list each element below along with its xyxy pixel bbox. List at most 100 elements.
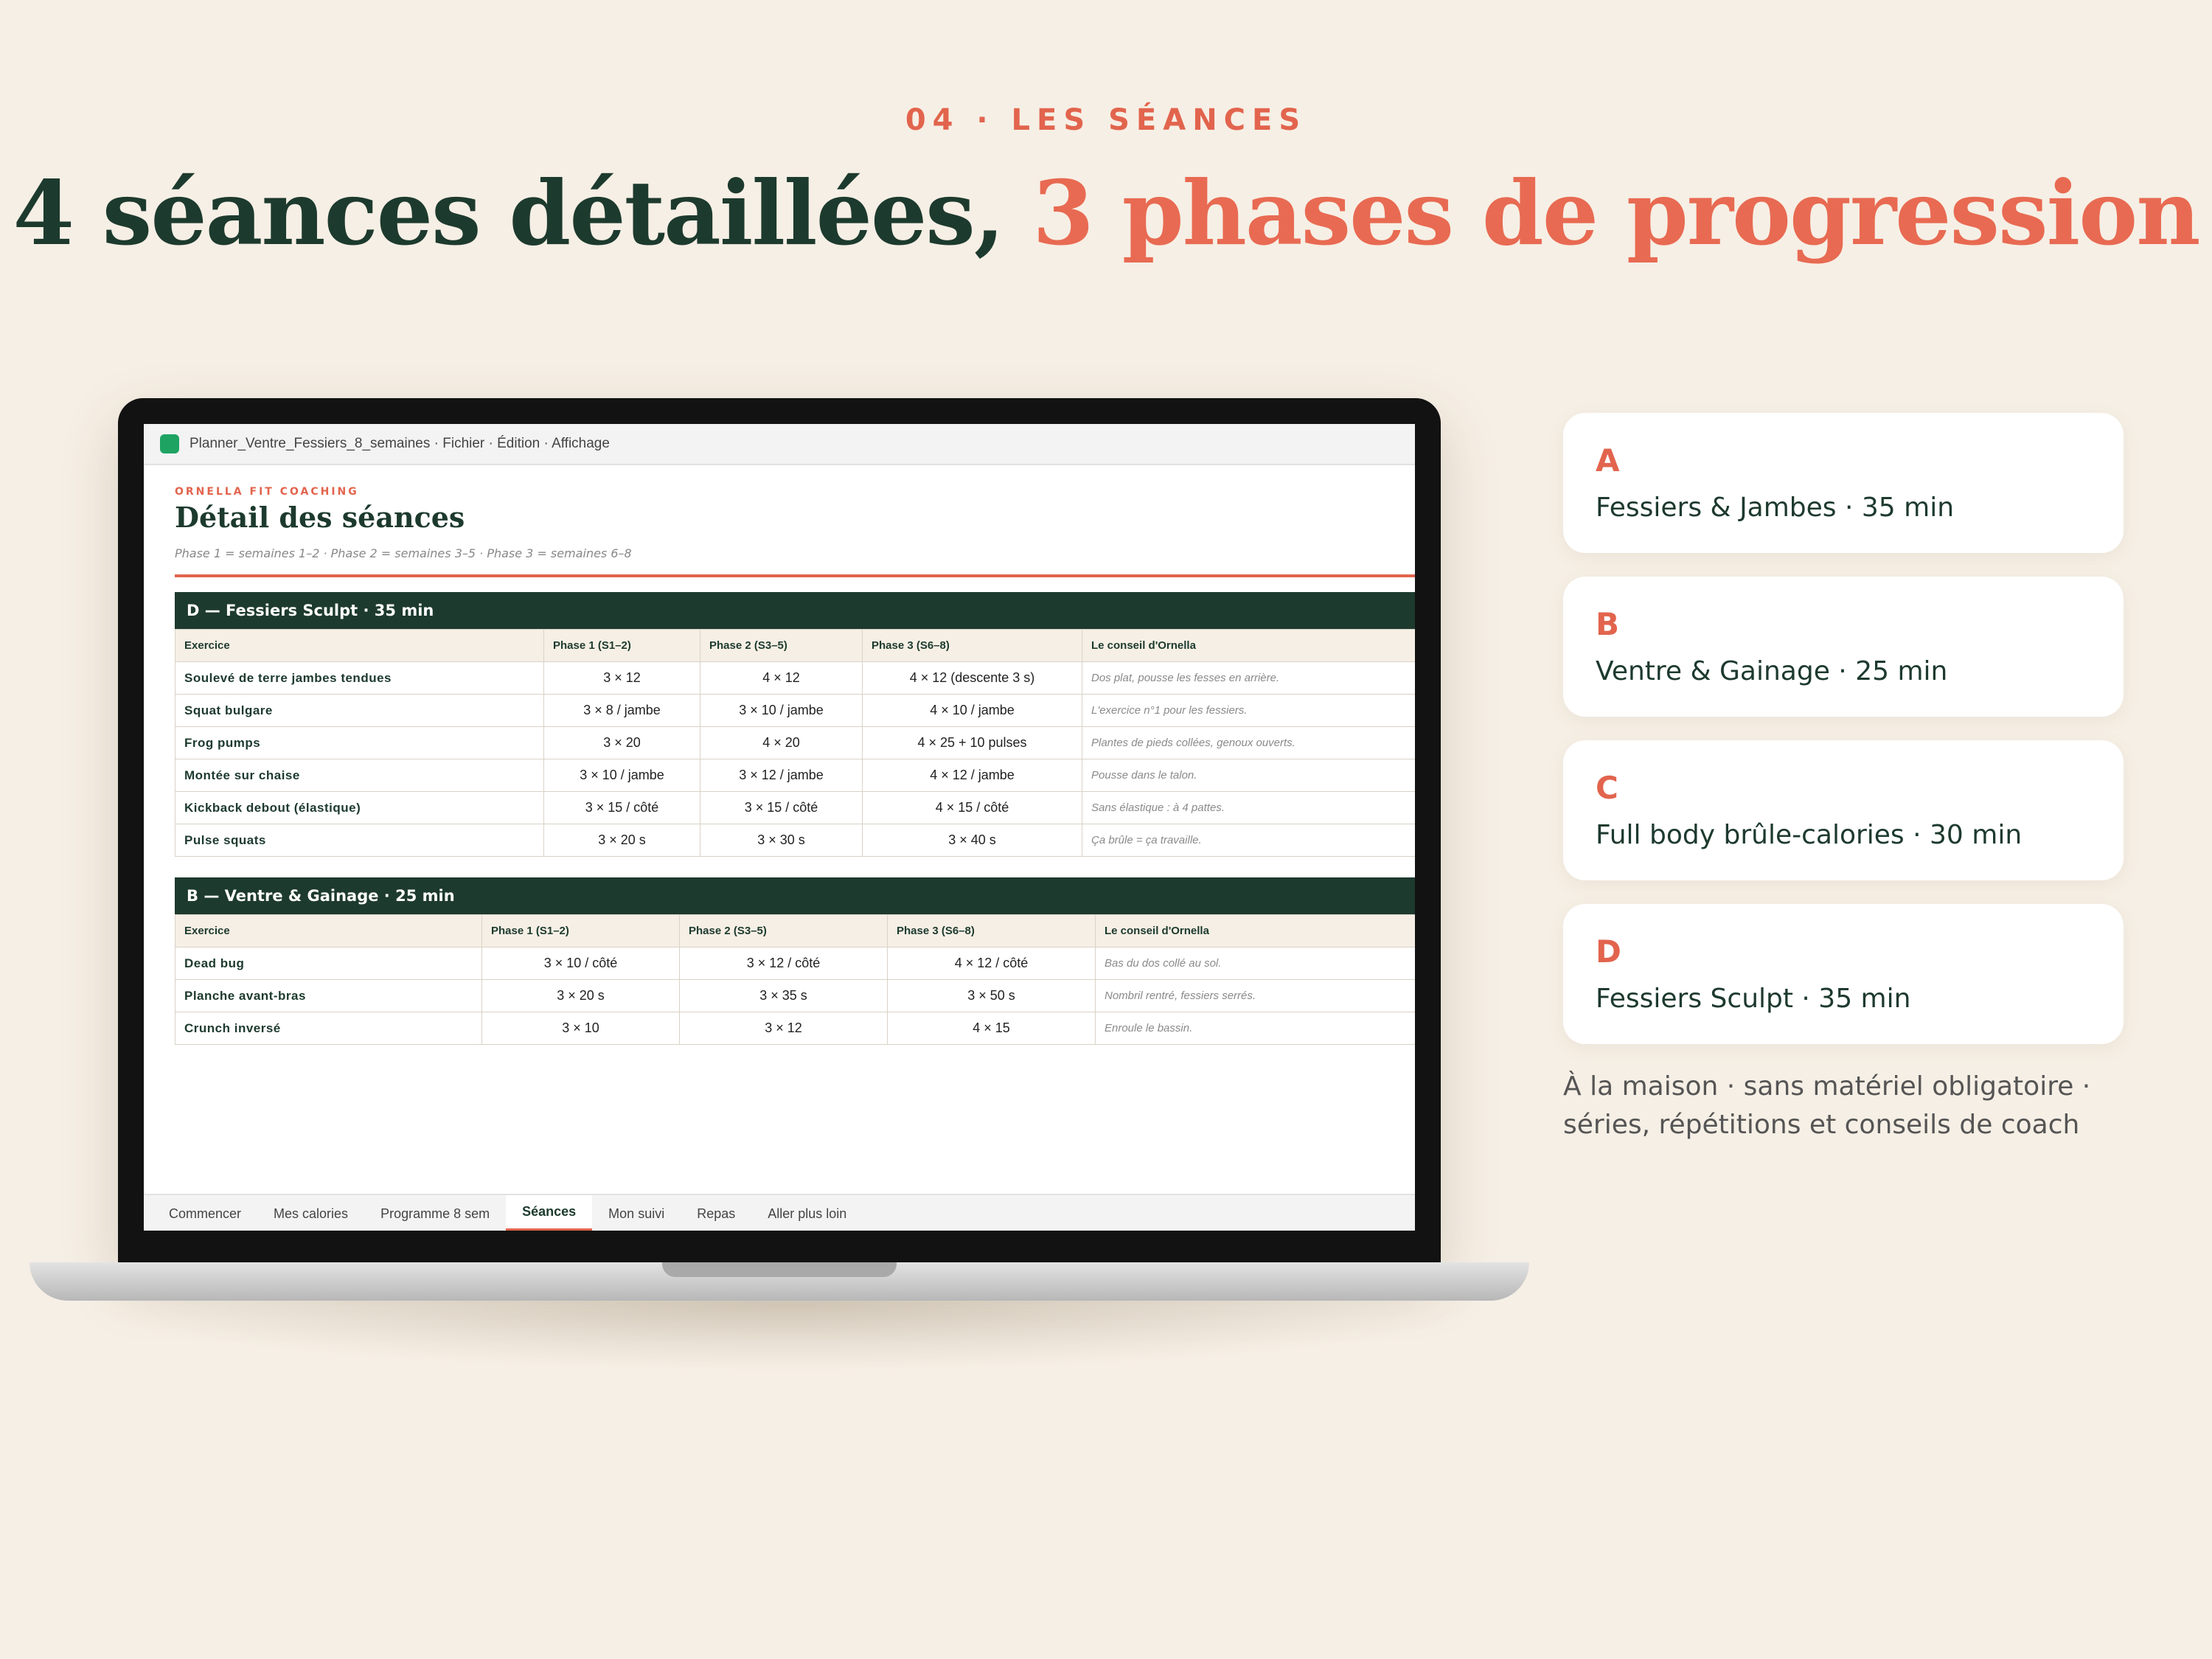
tip-cell[interactable]: Pousse dans le talon. (1082, 759, 1415, 792)
phase-cell[interactable]: 4 × 15 (887, 1012, 1096, 1045)
laptop-notch (662, 1262, 897, 1277)
exercise-cell[interactable]: Montée sur chaise (175, 759, 544, 792)
column-header[interactable]: Phase 3 (S6–8) (887, 914, 1096, 947)
phase-cell[interactable]: 3 × 10 / jambe (700, 694, 863, 727)
tip-cell[interactable]: Plantes de pieds collées, genoux ouverts… (1082, 726, 1415, 759)
table-body: Soulevé de terre jambes tendues 3 × 12 4 ×… (175, 661, 1415, 857)
phase-cell[interactable]: 4 × 25 + 10 pulses (862, 726, 1082, 759)
column-header[interactable]: Phase 2 (S3–5) (679, 914, 888, 947)
exercise-cell[interactable]: Soulevé de terre jambes tendues (175, 661, 544, 695)
tip-cell[interactable]: L'exercice n°1 pour les fessiers. (1082, 694, 1415, 727)
card-letter: B (1596, 606, 1620, 642)
phase-cell[interactable]: 3 × 20 s (481, 979, 680, 1012)
exercise-cell[interactable]: Dead bug (175, 947, 482, 980)
session-table: Exercice Phase 1 (S1–2) Phase 2 (S3–5) Phas… (175, 629, 1415, 857)
headline-dark: 4 séances détaillées, (13, 161, 1004, 265)
phase-cell[interactable]: 3 × 10 (481, 1012, 680, 1045)
phase-cell[interactable]: 3 × 30 s (700, 824, 863, 857)
tip-cell[interactable]: Enroule le bassin. (1095, 1012, 1415, 1045)
phase-cell[interactable]: 3 × 50 s (887, 979, 1096, 1012)
page-headline: 4 séances détaillées, 3 phases de progre… (0, 155, 2212, 273)
column-header[interactable]: Le conseil d'Ornella (1095, 914, 1415, 947)
phase-cell[interactable]: 3 × 12 (679, 1012, 888, 1045)
tip-cell[interactable]: Sans élastique : à 4 pattes. (1082, 791, 1415, 824)
session-card-c[interactable]: C Full body brûle-calories · 30 min (1563, 740, 2124, 880)
table-header-row: Exercice Phase 1 (S1–2) Phase 2 (S3–5) Phas… (175, 629, 1415, 662)
sheet-tab[interactable]: Aller plus loin (751, 1195, 863, 1231)
column-header[interactable]: Le conseil d'Ornella (1082, 629, 1415, 662)
phase-cell[interactable]: 3 × 15 / côté (700, 791, 863, 824)
table-row: Dead bug 3 × 10 / côté 3 × 12 / côté 4 × 12… (175, 947, 1415, 980)
session-block-b: B — Ventre & Gainage · 25 min Exercice Ph… (175, 877, 1415, 1045)
sheet-subtitle: Phase 1 = semaines 1–2 · Phase 2 = semai… (175, 546, 632, 560)
column-header[interactable]: Phase 3 (S6–8) (862, 629, 1082, 662)
card-letter: D (1596, 933, 1621, 970)
phase-cell[interactable]: 4 × 12 (descente 3 s) (862, 661, 1082, 695)
phase-cell[interactable]: 3 × 15 / côté (543, 791, 700, 824)
session-card-d[interactable]: D Fessiers Sculpt · 35 min (1563, 904, 2124, 1044)
exercise-cell[interactable]: Squat bulgare (175, 694, 544, 727)
headline-accent: 3 phases de progression (1032, 161, 2200, 265)
tip-cell[interactable]: Ça brûle = ça travaille. (1082, 824, 1415, 857)
phase-cell[interactable]: 3 × 40 s (862, 824, 1082, 857)
table-row: Soulevé de terre jambes tendues 3 × 12 4 ×… (175, 661, 1415, 695)
tip-cell[interactable]: Dos plat, pousse les fesses en arrière. (1082, 661, 1415, 695)
sheet-app-icon (160, 434, 179, 453)
phase-cell[interactable]: 4 × 12 (700, 661, 863, 695)
card-letter: C (1596, 770, 1618, 806)
phase-cell[interactable]: 3 × 12 / côté (679, 947, 888, 980)
sheet-tab[interactable]: Mes calories (257, 1195, 364, 1231)
phase-cell[interactable]: 3 × 12 (543, 661, 700, 695)
session-card-a[interactable]: A Fessiers & Jambes · 35 min (1563, 413, 2124, 553)
phase-cell[interactable]: 3 × 10 / côté (481, 947, 680, 980)
spreadsheet-area: ORNELLA FIT COACHING Détail des séances … (144, 464, 1415, 1194)
phase-cell[interactable]: 4 × 12 / côté (887, 947, 1096, 980)
exercise-cell[interactable]: Pulse squats (175, 824, 544, 857)
table-row: Planche avant-bras 3 × 20 s3 × 35 s3 × 50… (175, 979, 1415, 1012)
session-header: D — Fessiers Sculpt · 35 min (175, 592, 1415, 629)
app-menu-title[interactable]: Planner_Ventre_Fessiers_8_semaines · Fic… (189, 436, 610, 452)
app-title-bar: Planner_Ventre_Fessiers_8_semaines · Fic… (144, 424, 1415, 465)
exercise-cell[interactable]: Crunch inversé (175, 1012, 482, 1045)
exercise-cell[interactable]: Planche avant-bras (175, 979, 482, 1012)
column-header[interactable]: Exercice (175, 629, 544, 662)
card-label: Fessiers Sculpt · 35 min (1596, 984, 1911, 1014)
sheet-tab[interactable]: Séances (506, 1195, 593, 1231)
table-header-row: Exercice Phase 1 (S1–2) Phase 2 (S3–5) Phas… (175, 914, 1415, 947)
footnote: À la maison · sans matériel obligatoire … (1563, 1071, 2091, 1140)
phase-cell[interactable]: 3 × 35 s (679, 979, 888, 1012)
table-row: Frog pumps 3 × 20 4 × 20 4 × 25 + 10 pulses… (175, 726, 1415, 759)
tip-cell[interactable]: Nombril rentré, fessiers serrés. (1095, 979, 1415, 1012)
column-header[interactable]: Phase 1 (S1–2) (543, 629, 700, 662)
table-row: Montée sur chaise 3 × 10 / jambe 3 × 12 / … (175, 759, 1415, 792)
phase-cell[interactable]: 4 × 12 / jambe (862, 759, 1082, 792)
sheet-tab[interactable]: Mon suivi (592, 1195, 681, 1231)
phase-cell[interactable]: 3 × 10 / jambe (543, 759, 700, 792)
sheet-tab[interactable]: Commencer (153, 1195, 257, 1231)
phase-cell[interactable]: 3 × 20 (543, 726, 700, 759)
phase-cell[interactable]: 3 × 8 / jambe (543, 694, 700, 727)
phase-cell[interactable]: 4 × 15 / côté (862, 791, 1082, 824)
exercise-cell[interactable]: Kickback debout (élastique) (175, 791, 544, 824)
phase-cell[interactable]: 3 × 20 s (543, 824, 700, 857)
session-table: Exercice Phase 1 (S1–2) Phase 2 (S3–5) Phas… (175, 914, 1415, 1045)
phase-cell[interactable]: 4 × 20 (700, 726, 863, 759)
sheet-tab[interactable]: Programme 8 sem (364, 1195, 506, 1231)
column-header[interactable]: Phase 1 (S1–2) (481, 914, 680, 947)
session-header: B — Ventre & Gainage · 25 min (175, 877, 1415, 914)
tip-cell[interactable]: Bas du dos collé au sol. (1095, 947, 1415, 980)
exercise-cell[interactable]: Frog pumps (175, 726, 544, 759)
phase-cell[interactable]: 3 × 12 / jambe (700, 759, 863, 792)
table-body: Dead bug 3 × 10 / côté 3 × 12 / côté 4 × 12… (175, 947, 1415, 1045)
sheet-tab[interactable]: Repas (681, 1195, 751, 1231)
column-header[interactable]: Exercice (175, 914, 482, 947)
table-row: Squat bulgare 3 × 8 / jambe 3 × 10 / jambe… (175, 694, 1415, 727)
laptop-screen: Planner_Ventre_Fessiers_8_semaines · Fic… (144, 424, 1415, 1231)
phase-cell[interactable]: 4 × 10 / jambe (862, 694, 1082, 727)
accent-divider (175, 574, 1415, 577)
column-header[interactable]: Phase 2 (S3–5) (700, 629, 863, 662)
card-letter: A (1596, 442, 1620, 479)
session-card-b[interactable]: B Ventre & Gainage · 25 min (1563, 577, 2124, 717)
sheet-tabs: Commencer Mes calories Programme 8 sem Séan… (144, 1194, 1415, 1231)
section-eyebrow: 04 · LES SÉANCES (905, 103, 1307, 137)
